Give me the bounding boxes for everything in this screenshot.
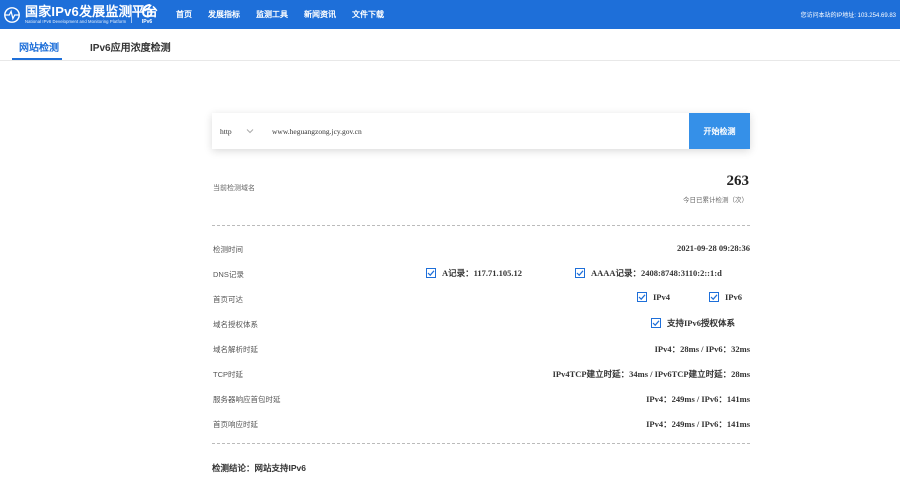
ipv6-six-icon <box>141 4 153 18</box>
visitor-ip-text: 您访问本站的IP地址: 103.254.69.83 <box>800 13 896 19</box>
platform-logo-icon <box>4 7 20 23</box>
top-navigation-bar: 国家IPv6发展监测平台 National IPv6 Development a… <box>0 0 900 29</box>
aaaa-record-checkbox[interactable] <box>575 268 585 278</box>
ipv6-reach-item: IPv6 <box>709 292 742 302</box>
dns-latency-label: 域名解析时延 <box>213 345 258 354</box>
brand-divider <box>131 5 132 23</box>
tab-ipv6-application-check[interactable]: IPv6应用浓度检测 <box>90 39 171 54</box>
checkmark-icon <box>576 270 584 277</box>
nav-home[interactable]: 首页 <box>176 9 192 20</box>
ipv4-reach-text: IPv4 <box>653 292 670 302</box>
protocol-select[interactable]: http <box>220 113 254 149</box>
aaaa-record-text: AAAA记录：2408:8748:3110:2::1:d <box>591 268 722 278</box>
homepage-response-label: 首页响应时延 <box>213 420 258 429</box>
divider-top <box>212 225 750 226</box>
today-count-label: 今日已累计检测（次） <box>683 197 748 204</box>
server-first-packet-label: 服务器响应首包时延 <box>213 395 281 404</box>
check-conclusion: 检测结论：网站支持IPv6 <box>212 463 306 473</box>
ipv6-badge: IPv6 <box>139 3 155 26</box>
main-nav: 首页 发展指标 监测工具 新闻资讯 文件下载 <box>176 0 400 29</box>
divider-bottom <box>212 443 750 444</box>
protocol-value: http <box>220 126 232 136</box>
auth-system-checkbox[interactable] <box>651 318 661 328</box>
active-tab-indicator <box>12 58 62 60</box>
homepage-response-value: IPv4：249ms / IPv6：141ms <box>646 419 750 429</box>
ipv6-reach-checkbox[interactable] <box>709 292 719 302</box>
auth-system-item: 支持IPv6授权体系 <box>651 317 735 329</box>
homepage-reach-label: 首页可达 <box>213 295 243 304</box>
url-input[interactable] <box>272 113 682 149</box>
chevron-down-icon <box>246 129 254 134</box>
start-check-button[interactable]: 开始检测 <box>689 113 750 149</box>
server-first-packet-value: IPv4：249ms / IPv6：141ms <box>646 394 750 404</box>
dns-record-label: DNS记录 <box>213 270 244 279</box>
tcp-latency-label: TCP时延 <box>213 370 243 379</box>
tab-bar: 网站检测 IPv6应用浓度检测 <box>0 29 900 61</box>
checkmark-icon <box>427 270 435 277</box>
current-domain-label: 当前检测域名 <box>213 185 255 192</box>
auth-system-text: 支持IPv6授权体系 <box>667 318 736 328</box>
check-time-label: 检测时间 <box>213 245 243 254</box>
nav-monitoring-tools[interactable]: 监测工具 <box>256 9 288 20</box>
tab-website-check[interactable]: 网站检测 <box>19 39 59 54</box>
a-record-item: A记录：117.71.105.12 <box>426 267 522 279</box>
ipv6-reach-text: IPv6 <box>725 292 742 302</box>
checkmark-icon <box>710 294 718 301</box>
auth-system-label: 域名授权体系 <box>213 320 258 329</box>
check-time-value: 2021-09-28 09:28:36 <box>677 243 750 253</box>
site-brand[interactable]: 国家IPv6发展监测平台 National IPv6 Development a… <box>3 3 158 27</box>
ipv6-badge-label: IPv6 <box>141 19 153 25</box>
aaaa-record-item: AAAA记录：2408:8748:3110:2::1:d <box>575 267 722 279</box>
checkmark-icon <box>652 320 660 327</box>
ipv4-reach-checkbox[interactable] <box>637 292 647 302</box>
nav-news[interactable]: 新闻资讯 <box>304 9 336 20</box>
today-count-value: 263 <box>726 173 750 189</box>
search-bar: http 开始检测 <box>212 113 750 149</box>
nav-indicators[interactable]: 发展指标 <box>208 9 240 20</box>
dns-latency-value: IPv4：28ms / IPv6：32ms <box>654 344 750 354</box>
nav-downloads[interactable]: 文件下载 <box>352 9 384 20</box>
checkmark-icon <box>638 294 646 301</box>
tcp-latency-value: IPv4TCP建立时延：34ms / IPv6TCP建立时延：28ms <box>552 369 750 379</box>
a-record-text: A记录：117.71.105.12 <box>442 268 523 278</box>
a-record-checkbox[interactable] <box>426 268 436 278</box>
ipv4-reach-item: IPv4 <box>637 292 670 302</box>
